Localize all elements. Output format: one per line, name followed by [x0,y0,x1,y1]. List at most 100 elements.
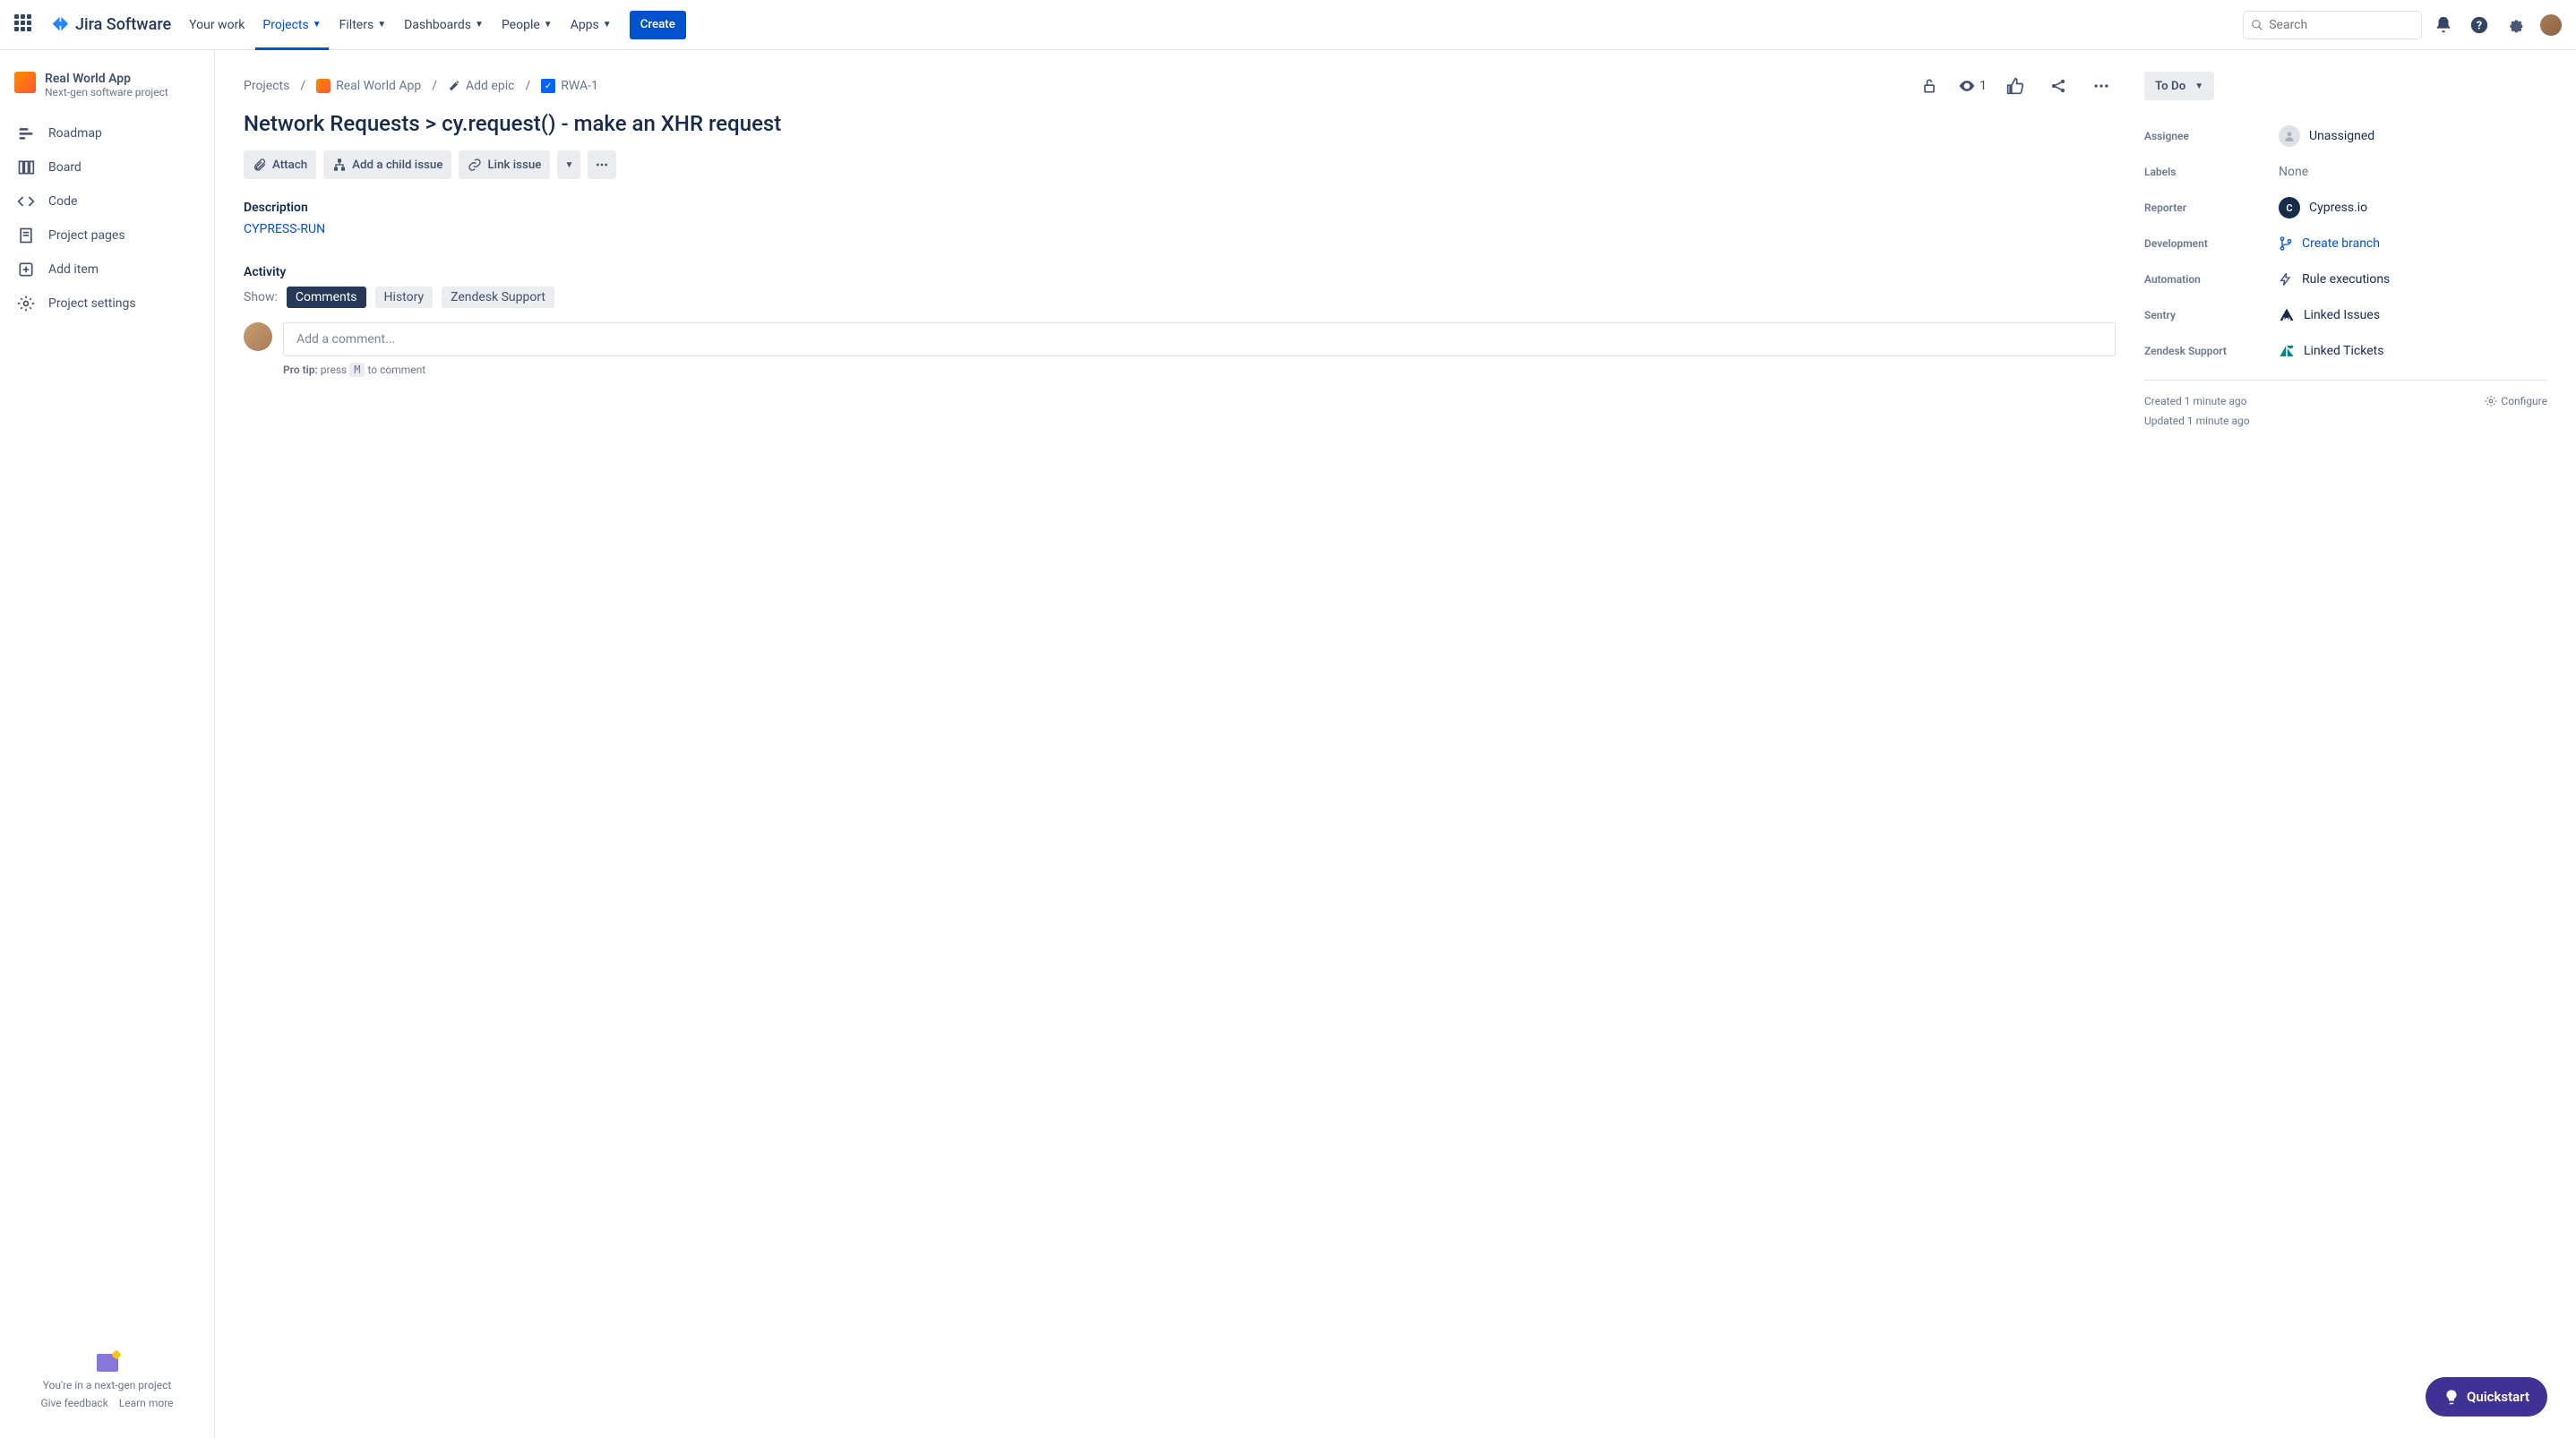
description-content[interactable]: CYPRESS-RUN [244,222,2116,236]
field-development[interactable]: Development Create branch [2144,226,2547,261]
sidebar-item-label: Project settings [48,296,136,311]
create-branch-link[interactable]: Create branch [2302,236,2380,251]
sidebar-item-label: Project pages [48,228,125,243]
gear-icon [2485,395,2497,407]
hierarchy-icon [332,158,347,172]
settings-button[interactable] [2501,11,2529,39]
field-label-zendesk: Zendesk Support [2144,345,2279,357]
link-issue-label: Link issue [487,158,541,172]
link-issue-button[interactable]: Link issue [459,150,550,179]
add-epic-button[interactable]: Add epic [448,79,514,93]
filter-history[interactable]: History [375,287,434,308]
nav-people[interactable]: People ▼ [494,0,560,50]
field-assignee[interactable]: Assignee Unassigned [2144,118,2547,154]
breadcrumb-issue-key[interactable]: RWA-1 [541,79,598,93]
learn-more-link[interactable]: Learn more [119,1397,174,1409]
lightning-icon [2279,272,2293,287]
attach-label: Attach [272,158,307,172]
configure-label: Configure [2501,395,2547,407]
attach-button[interactable]: Attach [244,150,316,179]
nav-projects[interactable]: Projects ▼ [255,0,328,50]
nav-dashboards[interactable]: Dashboards▼ [397,0,491,50]
give-feedback-link[interactable]: Give feedback [40,1397,107,1409]
add-child-label: Add a child issue [352,158,442,172]
help-button[interactable]: ? [2465,11,2494,39]
chevron-down-icon: ▼ [313,20,322,30]
field-sentry[interactable]: Sentry Linked Issues [2144,297,2547,333]
jira-logo-icon [50,15,70,35]
field-labels[interactable]: Labels None [2144,154,2547,190]
nav-label: Projects [262,18,308,32]
configure-button[interactable]: Configure [2485,395,2547,407]
chevron-down-icon: ▼ [544,20,553,30]
comment-avatar [244,322,272,351]
lock-button[interactable] [1915,72,1944,100]
nav-apps[interactable]: Apps▼ [563,0,619,50]
details-column: To Do ▼ Assignee Unassigned Labels None … [2144,72,2547,1417]
show-label: Show: [244,290,278,304]
filter-zendesk[interactable]: Zendesk Support [442,287,554,308]
filter-comments[interactable]: Comments [287,287,366,308]
comment-row: Add a comment... [244,322,2116,356]
app-switcher-icon [14,14,36,36]
search-input[interactable] [2269,18,2414,32]
footer-links: Give feedback Learn more [14,1397,200,1409]
share-button[interactable] [2044,72,2073,100]
created-text: Created 1 minute ago [2144,395,2246,407]
add-icon [16,260,36,279]
field-label-automation: Automation [2144,273,2279,286]
field-value-reporter: C Cypress.io [2279,197,2547,218]
nav-label: People [502,18,540,32]
watchers-button[interactable]: 1 [1958,77,1987,95]
sidebar-item-board[interactable]: Board [7,150,207,184]
meta-updated-row: Updated 1 minute ago [2144,411,2547,431]
project-title-wrap: Real World App Next-gen software project [45,72,168,98]
more-actions-button[interactable] [2087,72,2116,100]
status-dropdown[interactable]: To Do ▼ [2144,72,2214,100]
field-zendesk[interactable]: Zendesk Support Linked Tickets [2144,333,2547,369]
project-header[interactable]: Real World App Next-gen software project [7,72,207,116]
nav-your-work[interactable]: Your work [182,0,252,50]
more-actions-button[interactable] [588,150,616,179]
nav-filters[interactable]: Filters▼ [332,0,393,50]
link-dropdown-button[interactable]: ▼ [557,150,580,179]
sidebar-item-add-item[interactable]: Add item [7,253,207,287]
jira-logo[interactable]: Jira Software [43,15,178,35]
footer-text: You're in a next-gen project [14,1379,200,1391]
eye-icon [1958,77,1976,95]
vote-button[interactable] [2001,72,2030,100]
field-reporter[interactable]: Reporter C Cypress.io [2144,190,2547,226]
lightbulb-icon [2443,1389,2460,1405]
app-switcher-button[interactable] [11,11,39,39]
comment-input[interactable]: Add a comment... [283,322,2116,356]
breadcrumb-project[interactable]: Real World App [316,79,421,93]
nav-right: ? [2243,11,2565,39]
description-label: Description [244,201,2116,215]
reporter-value: Cypress.io [2309,201,2367,215]
field-automation[interactable]: Automation Rule executions [2144,261,2547,297]
more-icon [595,158,609,172]
breadcrumb-actions: 1 [1915,72,2116,100]
sidebar-item-roadmap[interactable]: Roadmap [7,116,207,150]
project-subtitle: Next-gen software project [45,86,168,98]
search-box[interactable] [2243,11,2422,39]
issue-title[interactable]: Network Requests > cy.request() - make a… [244,111,2116,136]
notifications-button[interactable] [2429,11,2458,39]
sidebar-item-project-pages[interactable]: Project pages [7,218,207,253]
gear-icon [16,294,36,313]
layout: Real World App Next-gen software project… [0,50,2576,1438]
add-child-issue-button[interactable]: Add a child issue [323,150,451,179]
watchers-count: 1 [1979,79,1987,93]
create-button[interactable]: Create [630,11,686,39]
folder-icon [97,1354,118,1372]
sidebar-item-label: Add item [48,262,99,277]
pencil-icon [448,80,460,92]
chevron-down-icon: ▼ [475,20,484,30]
field-value-sentry: Linked Issues [2279,307,2547,323]
sidebar-item-project-settings[interactable]: Project settings [7,287,207,321]
sidebar-item-code[interactable]: Code [7,184,207,218]
profile-button[interactable] [2537,11,2565,39]
quickstart-button[interactable]: Quickstart [2426,1377,2547,1417]
breadcrumb-projects[interactable]: Projects [244,79,289,93]
pro-tip-key: M [349,363,365,377]
